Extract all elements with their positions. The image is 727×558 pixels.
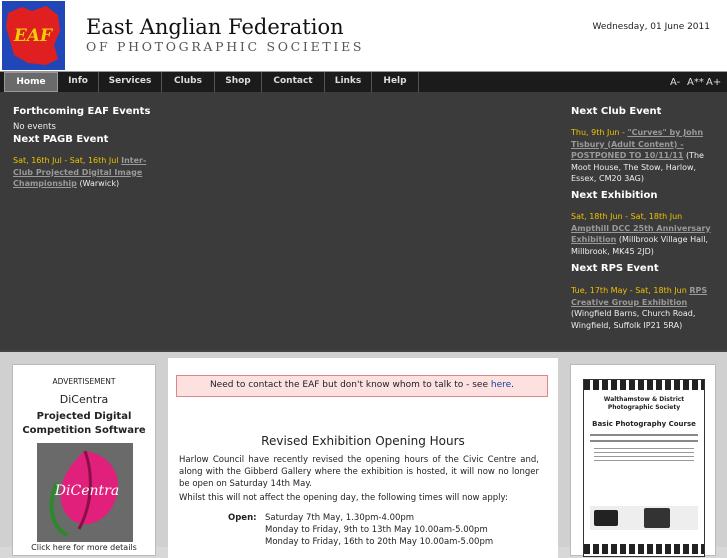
exhibition-date: Sat, 18th Jun - Sat, 18th Jun [571, 212, 683, 221]
article-paragraph-2: Whilst this will not affect the opening … [179, 493, 508, 503]
camera-image [590, 506, 698, 530]
open-label: Open: [228, 513, 257, 523]
site-title: East Anglian Federation [86, 15, 344, 39]
nav-services[interactable]: Services [99, 72, 162, 92]
advert-panel: ADVERTISEMENT DiCentra Projected Digital… [12, 364, 156, 556]
nav-clubs[interactable]: Clubs [162, 72, 215, 92]
contact-notice-text: Need to contact the EAF but don't know w… [209, 380, 488, 390]
rps-event-location: (Wingfield Barns, Church Road, Wingfield… [571, 309, 696, 330]
rps-event-heading: Next RPS Event [571, 263, 659, 274]
poster-club-name: Walthamstow & District Photographic Soci… [603, 396, 685, 411]
eaf-logo[interactable]: EAF [2, 1, 65, 70]
club-event: Thu, 9th Jun - "Curves" by John Tisbury … [571, 127, 719, 185]
current-date: Wednesday, 01 June 2011 [592, 22, 710, 32]
poster-course-title: Basic Photography Course [592, 420, 696, 428]
svg-text:DiCentra: DiCentra [54, 483, 119, 499]
site-subtitle: OF PHOTOGRAPHIC SOCIETIES [86, 39, 365, 54]
nav-help[interactable]: Help [372, 72, 419, 92]
main-content: Need to contact the EAF but don't know w… [168, 358, 558, 558]
advert-product: Projected Digital Competition Software [22, 411, 146, 436]
film-strip-top [584, 380, 704, 390]
site-header: EAF East Anglian Federation OF PHOTOGRAP… [0, 0, 727, 72]
nav-links[interactable]: Links [325, 72, 372, 92]
opening-row: Monday to Friday, 16th to 20th May 10.00… [265, 537, 494, 547]
contact-here-link[interactable]: here [491, 380, 511, 390]
poster-panel: Walthamstow & District Photographic Soci… [570, 364, 716, 557]
camera-icon [644, 508, 670, 528]
pagb-event-location: (Warwick) [79, 179, 120, 188]
club-event-date: Thu, 9th Jun - [571, 128, 625, 137]
rps-event-date: Tue, 17th May - Sat, 18th Jun [571, 286, 687, 295]
nav-contact[interactable]: Contact [262, 72, 325, 92]
advert-label: ADVERTISEMENT [52, 377, 116, 386]
font-decrease-button[interactable]: A- [670, 77, 680, 88]
events-bar: Forthcoming EAF Events No events Next PA… [0, 92, 727, 350]
contact-notice: Need to contact the EAF but don't know w… [176, 375, 548, 397]
advert-details-link[interactable]: Click here for more details [13, 543, 155, 552]
eaf-events-empty: No events [13, 122, 56, 132]
rps-event: Tue, 17th May - Sat, 18th Jun RPS Creati… [571, 285, 719, 331]
opening-row: Monday to Friday, 9th to 13th May 10.00a… [265, 525, 488, 535]
font-reset-button[interactable]: A** [687, 77, 704, 88]
opening-row: Saturday 7th May, 1.30pm-4.00pm [265, 513, 415, 523]
article-paragraph-1: Harlow Council have recently revised the… [179, 455, 539, 489]
main-nav: Home Info Services Clubs Shop Contact Li… [0, 72, 727, 92]
exhibition-heading: Next Exhibition [571, 190, 658, 201]
exhibition-event: Sat, 18th Jun - Sat, 18th Jun Ampthill D… [571, 211, 719, 257]
course-poster[interactable]: Walthamstow & District Photographic Soci… [583, 379, 705, 557]
nav-shop[interactable]: Shop [215, 72, 262, 92]
eaf-events-heading: Forthcoming EAF Events [13, 106, 151, 117]
dicentra-flower-image[interactable]: DiCentra [37, 443, 133, 542]
pagb-event-date: Sat, 16th Jul - Sat, 16th Jul [13, 156, 119, 165]
advert-brand: DiCentra [59, 393, 109, 406]
pagb-event-heading: Next PAGB Event [13, 134, 109, 145]
club-event-heading: Next Club Event [571, 106, 662, 117]
font-increase-button[interactable]: A+ [706, 77, 721, 88]
nav-home[interactable]: Home [4, 72, 58, 92]
nav-info[interactable]: Info [58, 72, 99, 92]
article-title: Revised Exhibition Opening Hours [261, 434, 465, 448]
svg-text:EAF: EAF [13, 26, 54, 46]
content-area: ADVERTISEMENT DiCentra Projected Digital… [0, 350, 727, 558]
film-strip-bottom [584, 544, 704, 554]
camera-icon [594, 510, 618, 526]
pagb-event: Sat, 16th Jul - Sat, 16th Jul Inter-Club… [13, 155, 163, 190]
